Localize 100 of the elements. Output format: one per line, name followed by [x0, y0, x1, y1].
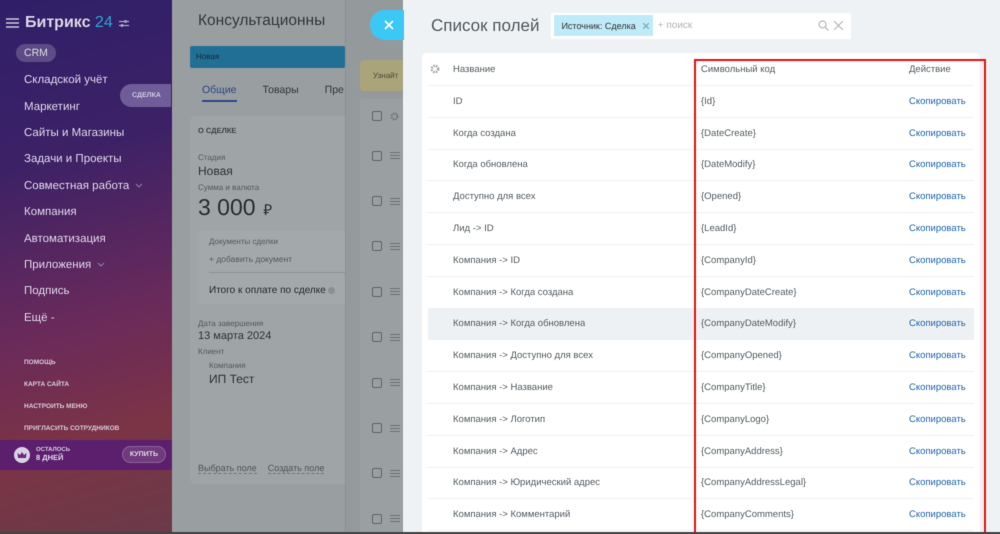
drag-handle-icon[interactable]	[390, 242, 400, 250]
close-icon[interactable]	[384, 20, 394, 30]
drag-handle-icon[interactable]	[390, 334, 400, 341]
nav-item[interactable]: CRM	[16, 44, 56, 62]
table-row[interactable]: Когда обновлена {DateModify} Скопировать	[428, 150, 974, 182]
table-row[interactable]: Доступно для всех {Opened} Скопировать	[428, 181, 974, 214]
table-cell-text: Компания -> Когда обновлена	[452, 318, 586, 330]
logo[interactable]: Битрикс 24	[25, 14, 113, 32]
copy-link[interactable]: Скопировать	[909, 477, 966, 488]
checkbox[interactable]	[372, 150, 382, 161]
nav-item[interactable]: Автоматизация	[24, 225, 106, 252]
menu-icon[interactable]	[6, 18, 19, 28]
copy-link[interactable]: Скопировать	[909, 414, 966, 425]
checkbox[interactable]	[372, 468, 382, 478]
table-row[interactable]: Компания -> Доступно для всех {CompanyOpened} Скопировать	[428, 340, 974, 372]
checkbox[interactable]	[372, 332, 382, 342]
remove-icon[interactable]	[642, 22, 649, 28]
checkbox[interactable]	[372, 241, 382, 252]
panel-title: Список полей	[430, 16, 540, 36]
table-row[interactable]: Компания -> Логотип {CompanyLogo} Скопировать	[428, 404, 974, 436]
nav-item[interactable]: Сайты и Магазины	[24, 120, 124, 146]
copy-link[interactable]: Скопировать	[909, 509, 966, 520]
table-row[interactable]: ID {Id} Скопировать	[428, 86, 974, 118]
copy-link[interactable]: Скопировать	[909, 254, 966, 266]
copy-link[interactable]: Скопировать	[909, 191, 966, 202]
filter-tag[interactable]: Источник: Сделка	[554, 15, 653, 36]
search-field[interactable]: Источник: Сделка + поиск	[551, 12, 852, 38]
copy-link[interactable]: Скопировать	[909, 159, 966, 170]
copy-link[interactable]: Скопировать	[909, 318, 966, 330]
nav-item[interactable]: Приложения	[24, 252, 106, 278]
table-cell-text: ID	[452, 96, 464, 107]
field-label: Клиент	[198, 347, 226, 356]
field-label: Дата завершения	[198, 319, 264, 328]
table-cell-text: {CompanyDateCreate}	[701, 286, 798, 298]
nav-item[interactable]: Маркетинг	[24, 93, 80, 120]
drag-handle-icon[interactable]	[390, 379, 400, 386]
copy-link[interactable]: Скопировать	[909, 96, 966, 107]
column-header[interactable]: Действие	[909, 64, 951, 74]
nav-item[interactable]: Ещё -	[24, 304, 55, 331]
notice-bar: Узнайт	[360, 60, 403, 91]
copy-link[interactable]: Скопировать	[909, 286, 966, 298]
table-cell-text: {Id}	[701, 96, 716, 107]
close-button[interactable]	[370, 10, 404, 40]
table-row[interactable]: Компания -> Адрес {CompanyAddress} Скопировать	[428, 436, 974, 468]
drag-handle-icon[interactable]	[390, 515, 400, 522]
nav-item[interactable]: Складской учёт	[24, 67, 108, 94]
chevron-icon	[97, 262, 106, 268]
field-label: Сумма и валюта	[198, 183, 260, 192]
table-row[interactable]: Лид -> ID {LeadId} Скопировать	[428, 213, 974, 245]
table-cell-text: {CompanyComments}	[701, 509, 795, 520]
nav-item[interactable]: Совместная работа	[24, 172, 144, 199]
column-header[interactable]: Символьный код	[701, 64, 909, 74]
tab[interactable]: Товары	[262, 84, 299, 102]
table-cell-text: {DateCreate}	[701, 128, 757, 139]
checkbox[interactable]	[372, 514, 382, 524]
table-row[interactable]: Компания -> Когда обновлена {CompanyDateModify} Скопировать	[428, 308, 974, 340]
field-label: Документы сделки	[209, 237, 279, 246]
table-cell-text: Лид -> ID	[452, 223, 495, 234]
table-cell-text: {Opened}	[701, 191, 742, 202]
nav-item[interactable]: Компания	[24, 198, 77, 226]
checkbox[interactable]	[372, 286, 382, 297]
field-value: ИП Тест	[209, 372, 256, 386]
table-cell-text: Компания -> Адрес	[452, 446, 539, 457]
copy-link[interactable]: Скопировать	[909, 128, 966, 139]
tab[interactable]: Пре	[324, 84, 344, 102]
table-cell-text: Компания -> ID	[452, 254, 521, 266]
copy-link[interactable]: Скопировать	[909, 223, 966, 234]
copy-link[interactable]: Скопировать	[909, 446, 966, 457]
table-cell-text: Когда создана	[452, 128, 517, 139]
drag-handle-icon[interactable]	[390, 424, 400, 432]
table-cell-text: Компания -> Доступно для всех	[452, 350, 594, 362]
gear-icon[interactable]	[390, 112, 399, 120]
search-icon[interactable]	[818, 20, 830, 31]
settings-icon[interactable]	[430, 64, 440, 74]
drag-handle-icon[interactable]	[390, 152, 400, 160]
crown-icon	[14, 446, 30, 463]
nav-item[interactable]: Подпись	[24, 278, 70, 305]
drag-handle-icon[interactable]	[390, 288, 400, 296]
table-row[interactable]: Компания -> Юридический адрес {CompanyAddressLegal} Скопировать	[428, 468, 974, 500]
currency-sign: ₽	[264, 201, 273, 219]
table-row[interactable]: Компания -> ID {CompanyId} Скопировать	[428, 244, 974, 277]
checkbox[interactable]	[372, 378, 382, 388]
table-cell-text: Компания -> Когда создана	[452, 286, 574, 298]
table-row[interactable]: Когда создана {DateCreate} Скопировать	[428, 118, 974, 150]
nav-item[interactable]: Задачи и Проекты	[24, 146, 122, 173]
table-cell-text: {CompanyAddressLegal}	[701, 477, 808, 488]
sliders-icon[interactable]	[118, 18, 129, 28]
clear-icon[interactable]	[834, 21, 844, 30]
checkbox[interactable]	[372, 423, 382, 434]
table-row[interactable]: Компания -> Название {CompanyTitle} Скопировать	[428, 372, 974, 404]
checkbox[interactable]	[372, 111, 382, 121]
copy-link[interactable]: Скопировать	[909, 350, 966, 362]
table-cell-text: {DateModify}	[701, 159, 756, 170]
drag-handle-icon[interactable]	[390, 470, 400, 477]
checkbox[interactable]	[372, 196, 382, 206]
column-header[interactable]: Название	[440, 64, 701, 74]
table-row[interactable]: Компания -> Комментарий {CompanyComments} Скопировать	[428, 499, 974, 532]
drag-handle-icon[interactable]	[390, 198, 400, 205]
field-label: Стадия	[198, 153, 226, 162]
copy-link[interactable]: Скопировать	[909, 382, 966, 394]
